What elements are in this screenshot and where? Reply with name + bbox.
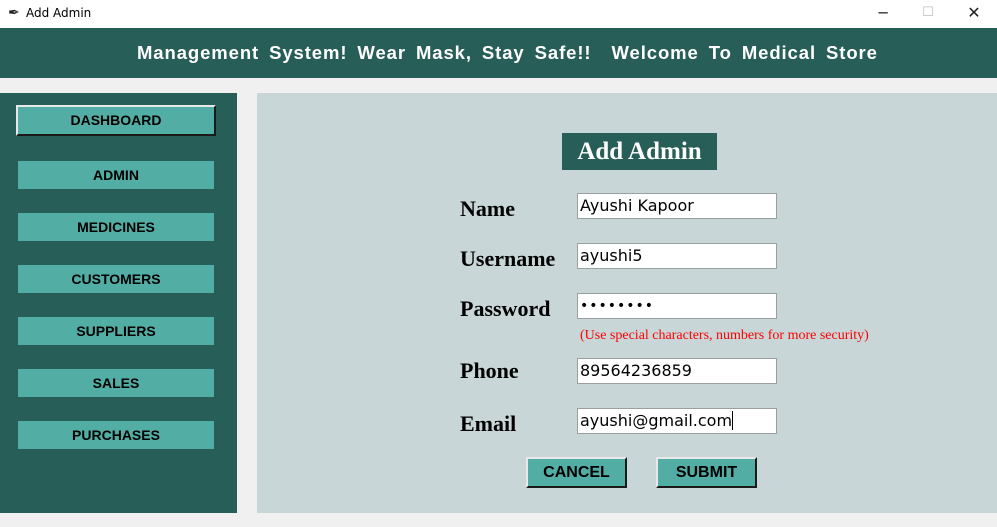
username-label: Username bbox=[460, 246, 556, 271]
password-hint: (Use special characters, numbers for mor… bbox=[580, 328, 869, 343]
sidebar-item-customers[interactable]: CUSTOMERS bbox=[18, 265, 214, 293]
cancel-button[interactable]: CANCEL bbox=[526, 457, 627, 488]
maximize-icon[interactable]: ☐ bbox=[905, 0, 951, 28]
sidebar-item-sales[interactable]: SALES bbox=[18, 369, 214, 397]
sidebar-item-dashboard[interactable]: DASHBOARD bbox=[16, 105, 216, 136]
phone-field[interactable]: 89564236859 bbox=[577, 358, 777, 384]
email-label: Email bbox=[460, 411, 517, 436]
header-marquee-text: Management System! Wear Mask, Stay Safe!… bbox=[137, 42, 878, 63]
password-field[interactable]: •••••••• bbox=[577, 293, 777, 319]
email-field[interactable]: ayushi@gmail.com bbox=[577, 408, 777, 434]
sidebar-item-suppliers[interactable]: SUPPLIERS bbox=[18, 317, 214, 345]
submit-button[interactable]: SUBMIT bbox=[656, 457, 757, 488]
phone-label: Phone bbox=[460, 358, 519, 383]
email-value: ayushi@gmail.com bbox=[580, 411, 733, 430]
app-header: Management System! Wear Mask, Stay Safe!… bbox=[0, 28, 997, 78]
sidebar: DASHBOARD ADMIN MEDICINES CUSTOMERS SUPP… bbox=[0, 93, 237, 513]
sidebar-item-purchases[interactable]: PURCHASES bbox=[18, 421, 214, 449]
password-label: Password bbox=[460, 296, 551, 321]
window-titlebar: ✒ Add Admin ─ ☐ ✕ bbox=[0, 0, 997, 28]
close-icon[interactable]: ✕ bbox=[951, 0, 997, 28]
window-title: Add Admin bbox=[26, 6, 92, 20]
sidebar-item-medicines[interactable]: MEDICINES bbox=[18, 213, 214, 241]
name-label: Name bbox=[460, 196, 515, 221]
username-field[interactable]: ayushi5 bbox=[577, 243, 777, 269]
feather-icon: ✒ bbox=[8, 5, 20, 21]
minimize-icon[interactable]: ─ bbox=[860, 0, 906, 28]
name-field[interactable]: Ayushi Kapoor bbox=[577, 193, 777, 219]
sidebar-item-admin[interactable]: ADMIN bbox=[18, 161, 214, 189]
form-title: Add Admin bbox=[562, 133, 717, 170]
text-cursor bbox=[732, 411, 734, 430]
add-admin-panel: Add Admin Name Ayushi Kapoor Username ay… bbox=[257, 93, 997, 513]
